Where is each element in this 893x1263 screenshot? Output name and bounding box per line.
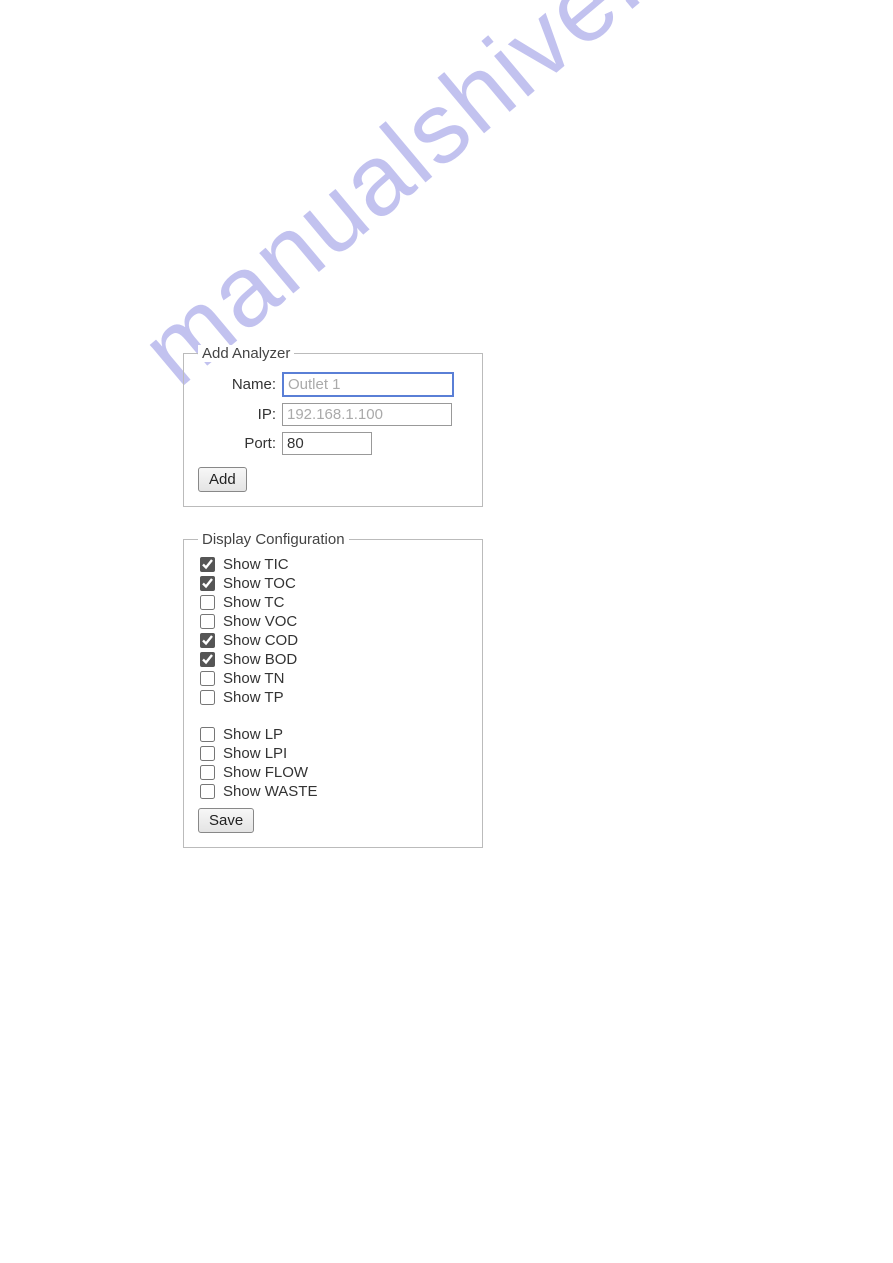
display-opt1-checkbox-3[interactable]: [200, 614, 215, 629]
checkbox-row: Show WASTE: [198, 783, 468, 800]
display-opt2-checkbox-1[interactable]: [200, 746, 215, 761]
display-opt2-label-0: Show LP: [223, 726, 283, 743]
group-gap: [198, 708, 468, 726]
port-row: Port:: [198, 432, 468, 455]
checkbox-row: Show TC: [198, 594, 468, 611]
checkbox-row: Show VOC: [198, 613, 468, 630]
display-opt1-label-1: Show TOC: [223, 575, 296, 592]
name-label: Name:: [198, 376, 276, 393]
display-opt1-label-0: Show TIC: [223, 556, 289, 573]
display-opt2-checkbox-3[interactable]: [200, 784, 215, 799]
display-opt1-checkbox-1[interactable]: [200, 576, 215, 591]
checkbox-row: Show BOD: [198, 651, 468, 668]
checkbox-row: Show FLOW: [198, 764, 468, 781]
save-button[interactable]: Save: [198, 808, 254, 833]
display-opt1-checkbox-2[interactable]: [200, 595, 215, 610]
checkbox-row: Show COD: [198, 632, 468, 649]
add-button[interactable]: Add: [198, 467, 247, 492]
display-opt2-label-2: Show FLOW: [223, 764, 308, 781]
display-opt1-label-7: Show TP: [223, 689, 284, 706]
display-opt1-checkbox-4[interactable]: [200, 633, 215, 648]
display-opt1-checkbox-5[interactable]: [200, 652, 215, 667]
display-config-fieldset: Display Configuration Show TICShow TOCSh…: [183, 531, 483, 848]
checkbox-row: Show TIC: [198, 556, 468, 573]
checkbox-row: Show TP: [198, 689, 468, 706]
display-config-legend: Display Configuration: [198, 531, 349, 548]
display-opt2-checkbox-0[interactable]: [200, 727, 215, 742]
ip-input[interactable]: [282, 403, 452, 426]
port-label: Port:: [198, 435, 276, 452]
port-input[interactable]: [282, 432, 372, 455]
display-opt1-checkbox-0[interactable]: [200, 557, 215, 572]
checkbox-row: Show TN: [198, 670, 468, 687]
checkbox-row: Show LP: [198, 726, 468, 743]
checkbox-group-1: Show TIC Show TOC Show TC Show VOC Show COD S…: [198, 556, 468, 706]
display-opt1-label-6: Show TN: [223, 670, 284, 687]
name-row: Name:: [198, 372, 468, 397]
display-opt1-label-3: Show VOC: [223, 613, 297, 630]
name-input[interactable]: [282, 372, 454, 397]
ip-label: IP:: [198, 406, 276, 423]
display-opt1-label-5: Show BOD: [223, 651, 297, 668]
display-opt2-label-1: Show LPI: [223, 745, 287, 762]
page-content: Add Analyzer Name: IP: Port: Add Display…: [183, 345, 483, 872]
display-opt1-checkbox-7[interactable]: [200, 690, 215, 705]
ip-row: IP:: [198, 403, 468, 426]
display-opt2-checkbox-2[interactable]: [200, 765, 215, 780]
checkbox-row: Show LPI: [198, 745, 468, 762]
display-opt1-checkbox-6[interactable]: [200, 671, 215, 686]
display-opt1-label-4: Show COD: [223, 632, 298, 649]
checkbox-group-2: Show LP Show LPI Show FLOW Show WASTE: [198, 726, 468, 800]
display-opt2-label-3: Show WASTE: [223, 783, 317, 800]
add-analyzer-legend: Add Analyzer: [198, 345, 294, 362]
display-opt1-label-2: Show TC: [223, 594, 284, 611]
add-analyzer-fieldset: Add Analyzer Name: IP: Port: Add: [183, 345, 483, 507]
checkbox-row: Show TOC: [198, 575, 468, 592]
